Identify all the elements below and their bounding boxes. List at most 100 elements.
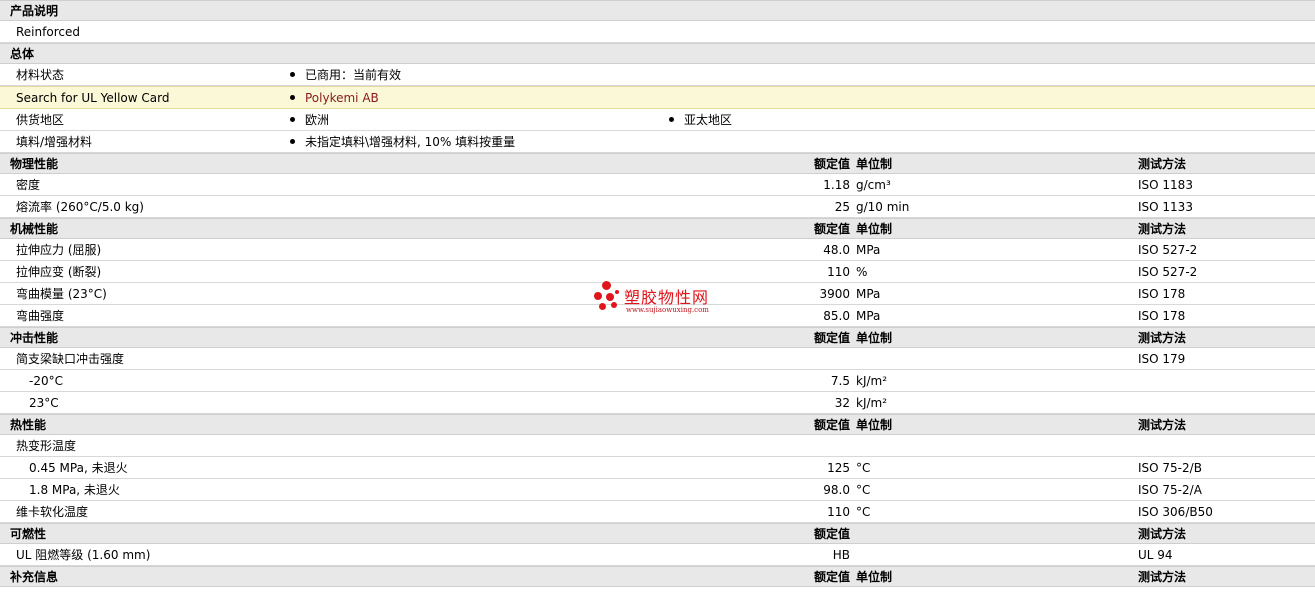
- column-header-unit: 单位制: [856, 222, 893, 236]
- column-header-method: 测试方法: [1138, 570, 1187, 584]
- section-title: 补充信息: [10, 570, 59, 584]
- watermark-url: www.sujiaowuxing.com: [626, 306, 709, 314]
- section-title: 冲击性能: [10, 331, 59, 345]
- bullet-item: 已商用：当前有效: [290, 64, 401, 85]
- filler-row: 填料/增强材料 未指定填料\增强材料, 10% 填料按重量: [0, 131, 1315, 153]
- property-method: ISO 1183: [1138, 177, 1193, 192]
- bullet-item: 亚太地区: [669, 109, 732, 130]
- row-label: 填料/增强材料: [16, 135, 93, 149]
- property-unit: kJ/m²: [856, 395, 888, 410]
- property-label: 弯曲模量 (23°C): [16, 287, 107, 301]
- property-label: 维卡软化温度: [16, 505, 89, 519]
- property-method: ISO 527-2: [1138, 242, 1198, 257]
- property-value: 48.0: [823, 242, 850, 257]
- section-title: 产品说明: [10, 4, 59, 18]
- section-header-general: 总体: [0, 43, 1315, 64]
- bullet-item: Polykemi AB: [290, 87, 379, 108]
- column-header-value: 额定值: [813, 331, 850, 345]
- column-header-method: 测试方法: [1138, 331, 1187, 345]
- bullet-icon: [290, 139, 295, 144]
- section-title: 机械性能: [10, 222, 59, 236]
- section-title: 物理性能: [10, 157, 59, 171]
- section-header-thermal: 热性能 额定值 单位制 测试方法: [0, 414, 1315, 435]
- property-method: ISO 306/B50: [1138, 504, 1213, 519]
- property-label: 0.45 MPa, 未退火: [29, 461, 128, 475]
- property-unit: %: [856, 264, 868, 279]
- row-label: 供货地区: [16, 113, 65, 127]
- supplier-link[interactable]: Polykemi AB: [305, 91, 379, 105]
- property-unit: g/10 min: [856, 199, 910, 214]
- property-method: ISO 178: [1138, 286, 1186, 301]
- property-label: 弯曲强度: [16, 309, 65, 323]
- description-row: Reinforced: [0, 21, 1315, 43]
- property-subrow: 1.8 MPa, 未退火 98.0 °C ISO 75-2/A: [0, 479, 1315, 501]
- bullet-item: 欧洲: [290, 109, 329, 130]
- property-unit: kJ/m²: [856, 373, 888, 388]
- property-method: ISO 178: [1138, 308, 1186, 323]
- section-title: 总体: [10, 47, 35, 61]
- bullet-icon: [290, 117, 295, 122]
- property-unit: MPa: [856, 242, 881, 257]
- property-row: 拉伸应力 (屈服) 48.0 MPa ISO 527-2: [0, 239, 1315, 261]
- property-value: 85.0: [823, 308, 850, 323]
- bullet-icon: [669, 117, 674, 122]
- column-header-method: 测试方法: [1138, 527, 1187, 541]
- section-title: 热性能: [10, 418, 47, 432]
- property-method: ISO 75-2/A: [1138, 482, 1202, 497]
- section-header-mechanical: 机械性能 额定值 单位制 测试方法: [0, 218, 1315, 239]
- property-value: 125: [827, 460, 850, 475]
- column-header-value: 额定值: [813, 222, 850, 236]
- property-method: ISO 527-2: [1138, 264, 1198, 279]
- column-header-method: 测试方法: [1138, 222, 1187, 236]
- property-value: 110: [827, 264, 850, 279]
- section-title: 可燃性: [10, 527, 47, 541]
- bullet-text: 未指定填料\增强材料, 10% 填料按重量: [305, 135, 516, 149]
- column-header-value: 额定值: [813, 157, 850, 171]
- section-header-description: 产品说明: [0, 0, 1315, 21]
- property-value: 7.5: [830, 373, 850, 388]
- property-subrow: 23°C 32 kJ/m²: [0, 392, 1315, 414]
- column-header-method: 测试方法: [1138, 418, 1187, 432]
- property-label: 密度: [16, 178, 41, 192]
- property-unit: MPa: [856, 286, 881, 301]
- property-method: UL 94: [1138, 547, 1173, 562]
- property-row: 熔流率 (260°C/5.0 kg) 25 g/10 min ISO 1133: [0, 196, 1315, 218]
- column-header-value: 额定值: [813, 570, 850, 584]
- column-header-unit: 单位制: [856, 570, 893, 584]
- property-label: UL 阻燃等级 (1.60 mm): [16, 548, 151, 562]
- property-unit: °C: [856, 460, 871, 475]
- column-header-unit: 单位制: [856, 331, 893, 345]
- property-subrow: -20°C 7.5 kJ/m²: [0, 370, 1315, 392]
- section-header-impact: 冲击性能 额定值 单位制 测试方法: [0, 327, 1315, 348]
- supply-region-row: 供货地区 欧洲 亚太地区: [0, 109, 1315, 131]
- section-header-physical: 物理性能 额定值 单位制 测试方法: [0, 153, 1315, 174]
- property-unit: MPa: [856, 308, 881, 323]
- property-value: 3900: [819, 286, 850, 301]
- property-row: 维卡软化温度 110 °C ISO 306/B50: [0, 501, 1315, 523]
- property-unit: g/cm³: [856, 177, 891, 192]
- section-header-flammability: 可燃性 额定值 测试方法: [0, 523, 1315, 544]
- property-method: ISO 1133: [1138, 199, 1193, 214]
- bullet-item: 未指定填料\增强材料, 10% 填料按重量: [290, 131, 515, 152]
- property-method: ISO 179: [1138, 351, 1186, 366]
- property-label: 热变形温度: [16, 439, 77, 453]
- bullet-icon: [290, 95, 295, 100]
- description-text: Reinforced: [16, 24, 80, 39]
- ul-yellow-card-row[interactable]: Search for UL Yellow Card Polykemi AB: [0, 86, 1315, 109]
- property-label: 拉伸应变 (断裂): [16, 265, 102, 279]
- property-unit: °C: [856, 482, 871, 497]
- property-subrow: 0.45 MPa, 未退火 125 °C ISO 75-2/B: [0, 457, 1315, 479]
- property-row: 密度 1.18 g/cm³ ISO 1183: [0, 174, 1315, 196]
- watermark-logo: 塑胶物性网 www.sujiaowuxing.com: [594, 279, 734, 319]
- bullet-text: 欧洲: [305, 113, 330, 127]
- property-value: 25: [834, 199, 850, 214]
- watermark-name: 塑胶物性网: [624, 288, 710, 307]
- property-value: 1.18: [823, 177, 850, 192]
- column-header-value: 额定值: [813, 527, 850, 541]
- property-group-row: 简支梁缺口冲击强度 ISO 179: [0, 348, 1315, 370]
- property-label: 23°C: [29, 395, 59, 410]
- ul-search-link[interactable]: Search for UL Yellow Card: [16, 87, 169, 108]
- column-header-unit: 单位制: [856, 418, 893, 432]
- property-value: 32: [834, 395, 850, 410]
- property-label: 简支梁缺口冲击强度: [16, 352, 125, 366]
